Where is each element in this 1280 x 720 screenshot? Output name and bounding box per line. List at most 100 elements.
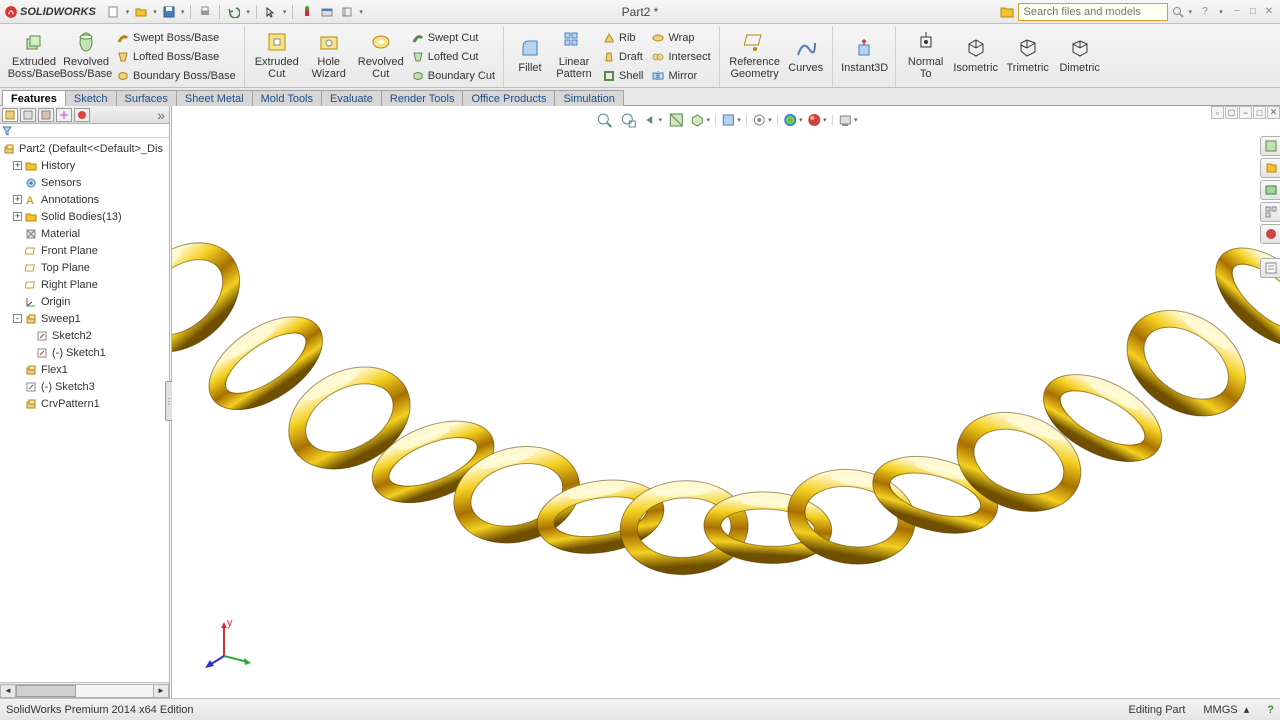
panel-tab-feature-tree-icon[interactable] bbox=[2, 108, 18, 122]
tree-node[interactable]: -Sweep1 bbox=[0, 310, 169, 327]
tab-evaluate[interactable]: Evaluate bbox=[321, 90, 382, 106]
tab-render-tools[interactable]: Render Tools bbox=[381, 90, 464, 106]
tree-node[interactable]: Front Plane bbox=[0, 242, 169, 259]
panel-tab-dimxpert-icon[interactable] bbox=[56, 108, 72, 122]
tree-node[interactable]: (-) Sketch1 bbox=[0, 344, 169, 361]
isometric-button[interactable]: Isometric bbox=[950, 26, 1002, 84]
panel-tab-config-icon[interactable] bbox=[38, 108, 54, 122]
qat-rebuild-icon[interactable] bbox=[299, 4, 315, 20]
extruded-boss-button[interactable]: Extruded Boss/Base bbox=[8, 26, 60, 84]
maximize-icon[interactable]: □ bbox=[1246, 5, 1260, 19]
orientation-triad[interactable]: y bbox=[202, 618, 252, 668]
tab-simulation[interactable]: Simulation bbox=[554, 90, 623, 106]
app-logo: SOLIDWORKS bbox=[4, 5, 96, 19]
lofted-cut-button[interactable]: Lofted Cut bbox=[407, 47, 499, 66]
swept-cut-button[interactable]: Swept Cut bbox=[407, 28, 499, 47]
tree-node[interactable]: Origin bbox=[0, 293, 169, 310]
search-folder-icon bbox=[1000, 5, 1014, 19]
tab-mold-tools[interactable]: Mold Tools bbox=[252, 90, 322, 106]
search-input[interactable] bbox=[1018, 3, 1168, 21]
tree-root[interactable]: Part2 (Default<<Default>_Dis bbox=[0, 140, 169, 157]
task-pane bbox=[1260, 136, 1280, 278]
shell-button[interactable]: Shell bbox=[598, 66, 647, 85]
tree-node[interactable]: +AAnnotations bbox=[0, 191, 169, 208]
intersect-button[interactable]: Intersect bbox=[647, 47, 714, 66]
tree-filter-bar[interactable] bbox=[0, 124, 169, 138]
panel-tab-property-icon[interactable] bbox=[20, 108, 36, 122]
qat-open-icon[interactable] bbox=[133, 4, 149, 20]
qat-options-icon[interactable] bbox=[319, 4, 335, 20]
taskpane-explorer-icon[interactable] bbox=[1260, 180, 1280, 200]
minimize-icon[interactable]: − bbox=[1230, 5, 1244, 19]
rib-button[interactable]: Rib bbox=[598, 28, 647, 47]
revolved-cut-button[interactable]: Revolved Cut bbox=[355, 26, 407, 84]
scroll-right-icon[interactable]: ► bbox=[153, 684, 169, 698]
mirror-button[interactable]: Mirror bbox=[647, 66, 714, 85]
boundary-boss-button[interactable]: Boundary Boss/Base bbox=[112, 66, 240, 85]
feature-tree: Part2 (Default<<Default>_Dis +HistorySen… bbox=[0, 138, 169, 682]
revolved-boss-button[interactable]: Revolved Boss/Base bbox=[60, 26, 112, 84]
linear-pattern-button[interactable]: Linear Pattern bbox=[550, 26, 598, 84]
tree-node[interactable]: Top Plane bbox=[0, 259, 169, 276]
wrap-button[interactable]: Wrap bbox=[647, 28, 714, 47]
model-chain bbox=[172, 106, 1280, 698]
curves-button[interactable]: Curves bbox=[784, 26, 828, 84]
tree-node[interactable]: Sensors bbox=[0, 174, 169, 191]
dimetric-button[interactable]: Dimetric bbox=[1054, 26, 1106, 84]
scroll-thumb[interactable] bbox=[16, 685, 76, 697]
panel-scrollbar[interactable]: ◄ ► bbox=[0, 682, 169, 698]
tab-features[interactable]: Features bbox=[2, 90, 66, 106]
search-icon[interactable] bbox=[1172, 6, 1184, 18]
svg-text:y: y bbox=[227, 618, 233, 629]
status-mode: Editing Part bbox=[1129, 704, 1186, 716]
tab-sketch[interactable]: Sketch bbox=[65, 90, 117, 106]
tree-node[interactable]: Sketch2 bbox=[0, 327, 169, 344]
close-icon[interactable]: ✕ bbox=[1262, 5, 1276, 19]
tree-node[interactable]: Material bbox=[0, 225, 169, 242]
taskpane-resources-icon[interactable] bbox=[1260, 136, 1280, 156]
taskpane-custom-props-icon[interactable] bbox=[1260, 258, 1280, 278]
help-icon[interactable]: ? bbox=[1198, 5, 1212, 19]
tree-node[interactable]: CrvPattern1 bbox=[0, 395, 169, 412]
reference-geometry-button[interactable]: Reference Geometry bbox=[726, 26, 784, 84]
lofted-boss-button[interactable]: Lofted Boss/Base bbox=[112, 47, 240, 66]
normal-to-button[interactable]: Normal To bbox=[902, 26, 950, 84]
extruded-cut-button[interactable]: Extruded Cut bbox=[251, 26, 303, 84]
qat-new-icon[interactable] bbox=[106, 4, 122, 20]
qat-settings-icon[interactable] bbox=[339, 4, 355, 20]
graphics-viewport[interactable]: ▫ ◻ − □ ✕ | | | | bbox=[172, 106, 1280, 698]
tree-node[interactable]: (-) Sketch3 bbox=[0, 378, 169, 395]
fillet-button[interactable]: Fillet bbox=[510, 26, 550, 84]
tree-node[interactable]: +Solid Bodies(13) bbox=[0, 208, 169, 225]
ribbon: Extruded Boss/Base Revolved Boss/Base Sw… bbox=[0, 24, 1280, 88]
panel-tab-display-icon[interactable] bbox=[74, 108, 90, 122]
taskpane-library-icon[interactable] bbox=[1260, 158, 1280, 178]
tab-sheet-metal[interactable]: Sheet Metal bbox=[176, 90, 253, 106]
status-help-icon[interactable]: ? bbox=[1267, 704, 1274, 716]
tree-node[interactable]: Flex1 bbox=[0, 361, 169, 378]
swept-boss-button[interactable]: Swept Boss/Base bbox=[112, 28, 240, 47]
document-title: Part2 * bbox=[622, 5, 659, 19]
tree-node[interactable]: Right Plane bbox=[0, 276, 169, 293]
feature-manager-panel: » Part2 (Default<<Default>_Dis +HistoryS… bbox=[0, 106, 172, 698]
instant3d-button[interactable]: Instant3D bbox=[839, 26, 891, 84]
qat-select-icon[interactable] bbox=[263, 4, 279, 20]
trimetric-button[interactable]: Trimetric bbox=[1002, 26, 1054, 84]
status-units[interactable]: MMGS ▴ bbox=[1203, 703, 1249, 716]
window-controls: ?▾ − □ ✕ bbox=[1198, 5, 1276, 19]
tab-surfaces[interactable]: Surfaces bbox=[116, 90, 177, 106]
quick-access-toolbar: ▾ ▾ ▾ ▾ ▾ ▾ bbox=[106, 4, 363, 20]
panel-expand-icon[interactable]: » bbox=[155, 107, 167, 123]
qat-print-icon[interactable] bbox=[197, 4, 213, 20]
qat-undo-icon[interactable] bbox=[226, 4, 242, 20]
qat-save-icon[interactable] bbox=[161, 4, 177, 20]
tab-office-products[interactable]: Office Products bbox=[462, 90, 555, 106]
hole-wizard-button[interactable]: Hole Wizard bbox=[303, 26, 355, 84]
taskpane-appearances-icon[interactable] bbox=[1260, 224, 1280, 244]
tree-node[interactable]: +History bbox=[0, 157, 169, 174]
draft-button[interactable]: Draft bbox=[598, 47, 647, 66]
taskpane-view-palette-icon[interactable] bbox=[1260, 202, 1280, 222]
scroll-left-icon[interactable]: ◄ bbox=[0, 684, 16, 698]
command-tabs: Features Sketch Surfaces Sheet Metal Mol… bbox=[0, 88, 1280, 106]
boundary-cut-button[interactable]: Boundary Cut bbox=[407, 66, 499, 85]
